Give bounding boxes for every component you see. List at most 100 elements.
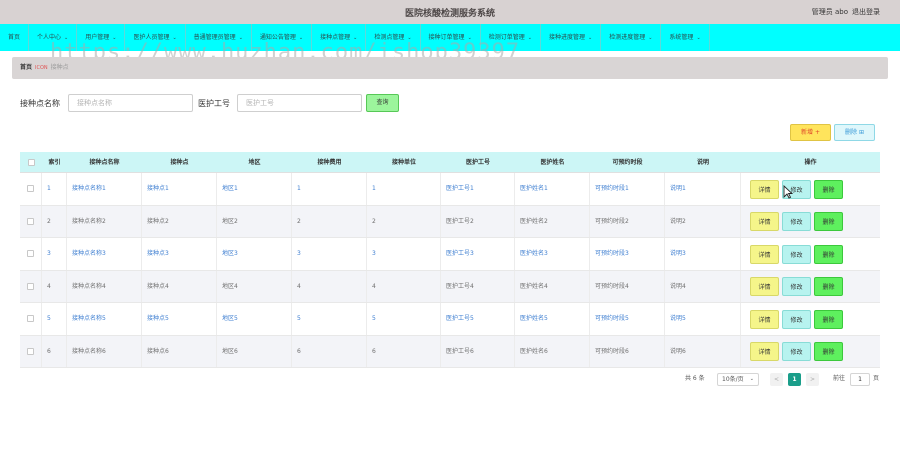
add-button[interactable]: 新增 +	[790, 124, 831, 141]
delete-button[interactable]: 删除	[814, 212, 843, 231]
row-checkbox[interactable]	[27, 217, 34, 225]
detail-button[interactable]: 详情	[750, 309, 779, 329]
row-actions-cell: 详情 修改 删除	[741, 206, 880, 238]
table-cell: 4	[42, 270, 67, 302]
table-row: 3 接种点名称3 接种点3 地区3 3 3 医护工号3 医护姓名3 可预约时段3 说明3 详情 修改删…	[20, 238, 880, 271]
next-page-button[interactable]: >	[806, 373, 819, 386]
prev-page-button[interactable]: <	[770, 373, 783, 386]
column-header: 接种单位	[391, 159, 416, 166]
nav-item-label: 系统管理	[669, 34, 694, 41]
table-cell: 4	[367, 270, 441, 302]
nav-item-11[interactable]: 检测进度管理 ⌄	[601, 24, 662, 51]
edit-button[interactable]: 修改	[782, 277, 811, 296]
nav-item-label: 医护人员管理	[133, 34, 170, 41]
edit-button[interactable]: 修改	[782, 244, 811, 264]
goto-page-input[interactable]: 1	[850, 373, 870, 386]
detail-button[interactable]: 详情	[750, 342, 779, 361]
row-checkbox[interactable]	[27, 185, 34, 192]
table-cell: 接种点6	[142, 335, 217, 367]
nav-item-4[interactable]: 普通管理员管理 ⌄	[186, 24, 252, 51]
app-title: 医院核酸检测服务系统	[404, 9, 495, 19]
row-actions-cell: 详情 修改 删除	[741, 303, 880, 335]
detail-button[interactable]: 详情	[750, 212, 779, 231]
chevron-down-icon: ⌄	[749, 376, 754, 382]
table-cell: 可预约时段4	[590, 270, 665, 302]
select-all-checkbox[interactable]	[27, 159, 35, 166]
page-size-select[interactable]: 10条/页 ⌄	[717, 373, 759, 386]
table-row: 2 接种点名称2 接种点2 地区2 2 2 医护工号2 医护姓名2 可预约时段2 说明2 详情 修改删…	[20, 205, 880, 238]
row-checkbox[interactable]	[27, 347, 34, 355]
breadcrumb-current: 接种点	[50, 64, 69, 71]
table-cell: 说明4	[665, 270, 741, 302]
nav-item-1[interactable]: 个人中心 ⌄	[29, 24, 78, 51]
table-cell: 说明2	[665, 205, 741, 237]
chevron-down-icon: ⌄	[238, 35, 243, 41]
app-window: 医院核酸检测服务系统 管理员 abo 退出登录 首页 个人中心 ⌄ 用户管理 ⌄ 医护人员…	[0, 0, 900, 452]
nav-item-label: 检测点管理	[374, 34, 405, 41]
data-table: 索引 接种点名称 接种点 地区 接种费用 接种单位 医护工号 医护姓名 可预约时段 说明 操作 1接…	[20, 152, 880, 368]
nav-item-7[interactable]: 检测点管理 ⌄	[366, 24, 421, 51]
nav-item-3[interactable]: 医护人员管理 ⌄	[125, 24, 186, 51]
nav-item-5[interactable]: 通知公告管理 ⌄	[252, 24, 313, 51]
chevron-down-icon: ⌄	[648, 35, 653, 41]
table-cell: 2	[367, 205, 441, 237]
delete-button[interactable]: 删除	[814, 309, 843, 329]
table-cell: 接种点名称2	[67, 205, 142, 237]
breadcrumb-home[interactable]: 首页	[20, 64, 32, 71]
detail-button[interactable]: 详情	[750, 179, 779, 199]
column-header: 接种费用	[317, 159, 342, 166]
staff-id-search-input[interactable]	[237, 94, 362, 112]
table-cell: 2	[292, 205, 367, 237]
delete-button[interactable]: 删除	[814, 277, 843, 296]
table-cell: 说明3	[665, 238, 741, 270]
admin-username: 管理员 abo	[811, 8, 848, 16]
search-button[interactable]: 查询	[366, 94, 399, 112]
row-checkbox-cell	[20, 335, 42, 367]
logout-link[interactable]: 退出登录	[852, 7, 880, 17]
edit-button[interactable]: 修改	[782, 212, 811, 231]
table-cell: 接种点名称6	[67, 335, 142, 367]
nav-item-12[interactable]: 系统管理 ⌄	[661, 24, 710, 51]
nav-item-0[interactable]: 首页	[0, 24, 30, 51]
detail-button[interactable]: 详情	[750, 244, 779, 264]
row-checkbox[interactable]	[27, 250, 34, 257]
table-cell: 5	[367, 303, 441, 335]
table-cell: 医护工号6	[441, 335, 515, 367]
mouse-cursor-icon	[783, 185, 793, 199]
nav-item-label: 接种订单管理	[428, 34, 465, 41]
table-cell: 接种点2	[142, 205, 217, 237]
row-checkbox-cell	[20, 205, 42, 237]
nav-item-9[interactable]: 检测订单管理 ⌄	[481, 24, 541, 51]
table-cell: 医护工号4	[441, 270, 515, 302]
delete-button[interactable]: 删除	[814, 244, 843, 264]
row-checkbox[interactable]	[27, 315, 34, 322]
row-checkbox[interactable]	[27, 282, 34, 290]
chevron-down-icon: ⌄	[588, 35, 593, 41]
name-search-input[interactable]	[68, 94, 193, 112]
page-number-current[interactable]: 1	[788, 373, 801, 386]
table-cell: 1	[42, 173, 67, 205]
batch-delete-button[interactable]: 删除 ⊞	[834, 124, 875, 141]
chevron-down-icon: ⌄	[64, 35, 69, 41]
detail-button[interactable]: 详情	[750, 277, 779, 296]
nav-item-6[interactable]: 接种点管理 ⌄	[312, 24, 367, 51]
delete-button[interactable]: 删除	[814, 342, 843, 361]
top-header: 医院核酸检测服务系统 管理员 abo 退出登录	[0, 0, 900, 24]
table-cell: 5	[42, 303, 67, 335]
table-cell: 3	[292, 238, 367, 270]
breadcrumb: 首页 ICON 接种点	[12, 57, 888, 79]
table-cell: 可预约时段5	[590, 303, 665, 335]
delete-button[interactable]: 删除	[814, 179, 843, 199]
row-actions-cell: 详情 修改 删除	[741, 336, 880, 368]
row-checkbox-cell	[20, 238, 42, 270]
nav-item-8[interactable]: 接种订单管理 ⌄	[421, 24, 481, 51]
edit-button[interactable]: 修改	[782, 309, 811, 329]
nav-item-10[interactable]: 接种进度管理 ⌄	[541, 24, 602, 51]
edit-button[interactable]: 修改	[782, 342, 811, 361]
row-actions-cell: 详情 修改 删除	[741, 238, 880, 270]
nav-item-2[interactable]: 用户管理 ⌄	[77, 24, 126, 51]
table-cell: 医护姓名2	[515, 205, 590, 237]
table-cell: 地区1	[217, 173, 292, 205]
row-checkbox-cell	[20, 303, 42, 335]
column-header: 地区	[248, 159, 261, 166]
